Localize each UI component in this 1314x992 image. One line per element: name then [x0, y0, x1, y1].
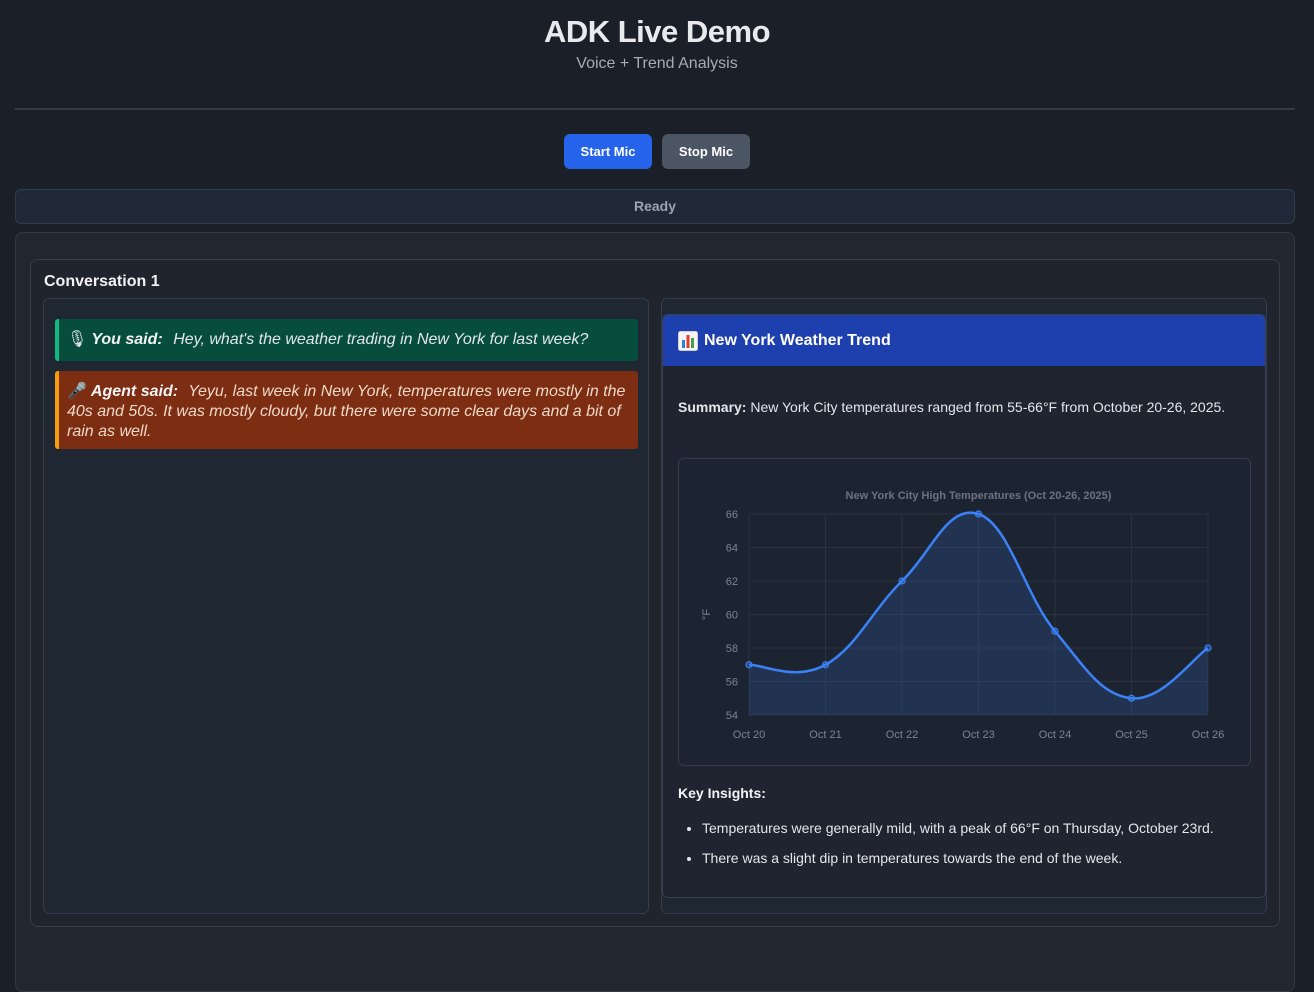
x-tick-label: Oct 20 [733, 729, 765, 741]
user-message-label: You said: [91, 331, 163, 348]
insight-item: There was a slight dip in temperatures t… [702, 848, 1262, 868]
x-tick-label: Oct 23 [962, 729, 994, 741]
insights-list: Temperatures were generally mild, with a… [702, 818, 1262, 878]
insight-item: Temperatures were generally mild, with a… [702, 818, 1262, 838]
chart-svg: New York City High Temperatures (Oct 20-… [701, 490, 1224, 741]
y-tick-label: 62 [726, 576, 738, 588]
card-summary: Summary: New York City temperatures rang… [678, 395, 1238, 419]
data-point [898, 577, 906, 585]
data-point [1051, 627, 1059, 635]
user-message: 🎙 You said: Hey, what's the weather tradi… [55, 319, 638, 361]
data-point [974, 510, 983, 518]
x-tick-label: Oct 22 [886, 729, 918, 741]
y-tick-label: 60 [726, 610, 738, 622]
y-tick-label: 64 [726, 543, 738, 555]
data-point [1127, 694, 1136, 702]
mic-controls: Start Mic Stop Mic [0, 134, 1314, 169]
y-axis-label: °F [701, 609, 713, 620]
x-tick-label: Oct 26 [1192, 729, 1224, 741]
stop-mic-button[interactable]: Stop Mic [662, 134, 750, 169]
x-tick-label: Oct 25 [1115, 729, 1147, 741]
y-tick-label: 66 [726, 509, 738, 521]
x-tick-label: Oct 24 [1039, 729, 1071, 741]
insights-title: Key Insights: [678, 785, 766, 801]
bar-chart-icon [678, 330, 698, 351]
agent-message: 🎤 Agent said: Yeyu, last week in New York… [55, 371, 638, 449]
x-tick-label: Oct 21 [809, 729, 841, 741]
user-message-text: Hey, what's the weather trading in New Y… [173, 331, 589, 348]
summary-text: New York City temperatures ranged from 5… [750, 399, 1226, 415]
page-title: ADK Live Demo [543, 14, 771, 49]
temperature-chart: New York City High Temperatures (Oct 20-… [678, 458, 1251, 766]
y-tick-label: 58 [726, 643, 738, 655]
weather-trend-card: New York Weather Trend Summary: New York… [662, 314, 1266, 898]
y-tick-label: 54 [726, 710, 738, 722]
page-header: ADK Live Demo Voice + Trend Analysis [0, 0, 1314, 74]
card-title: New York Weather Trend [704, 331, 891, 349]
start-mic-button[interactable]: Start Mic [564, 134, 652, 169]
data-point [821, 661, 830, 669]
card-header: New York Weather Trend [663, 315, 1265, 366]
data-point [745, 661, 753, 669]
agent-message-label: Agent said: [90, 383, 179, 400]
y-tick-label: 56 [726, 677, 738, 689]
microphone-icon: 🎤 [67, 383, 87, 400]
microphone-icon: 🎙 [67, 331, 88, 348]
transcript-panel: 🎙 You said: Hey, what's the weather tradi… [43, 298, 649, 914]
summary-label: Summary: [678, 399, 747, 415]
chart-title: New York City High Temperatures (Oct 20-… [846, 490, 1112, 502]
header-divider [15, 108, 1295, 110]
data-point [1204, 644, 1212, 652]
conversation-title: Conversation 1 [44, 273, 160, 290]
series-area [749, 512, 1208, 715]
status-bar: Ready [15, 189, 1295, 224]
page-subtitle: Voice + Trend Analysis [576, 55, 738, 72]
